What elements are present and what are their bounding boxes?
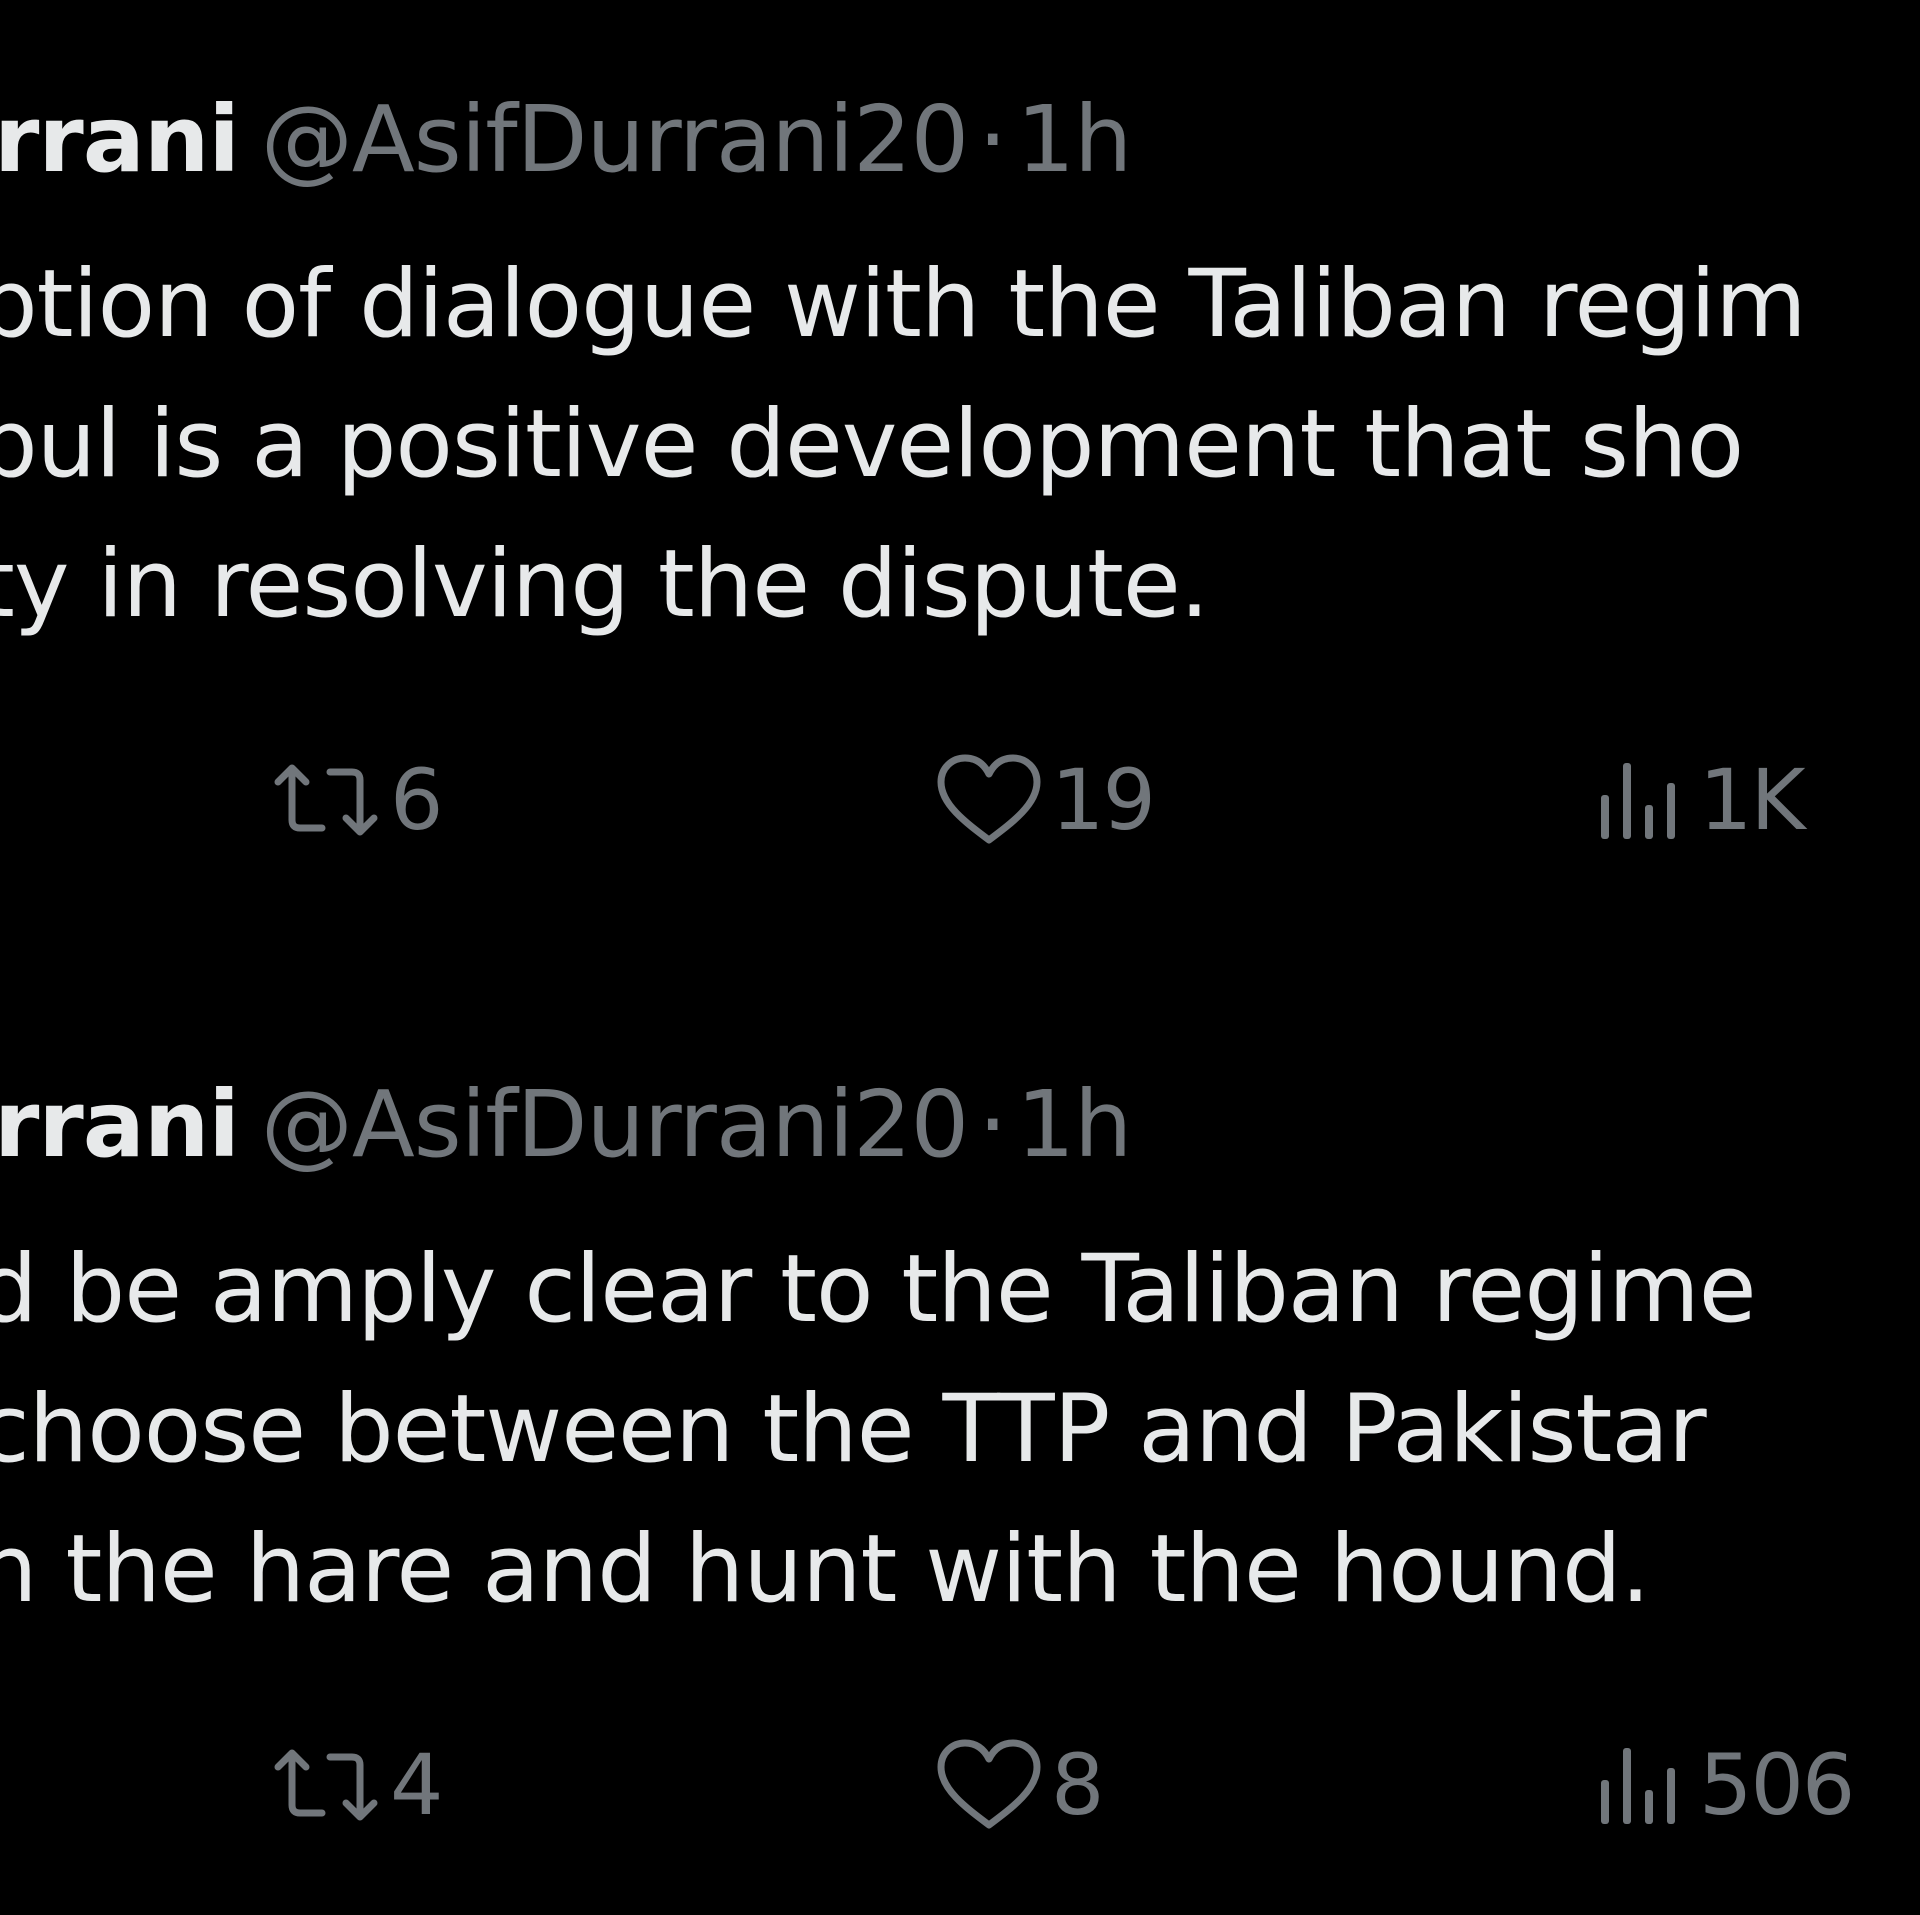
tweet-text-line: bul is a positive development that sho (0, 390, 1744, 499)
heart-icon (937, 1739, 1041, 1829)
author-handle[interactable]: @AsifDurrani20 (261, 86, 969, 193)
retweet-count: 4 (390, 1736, 443, 1834)
tweet-text-line: d be amply clear to the Taliban regime (0, 1235, 1757, 1344)
timestamp[interactable]: 1h (1016, 1071, 1132, 1178)
like-button[interactable]: 8 (935, 1725, 1104, 1845)
heart-icon (937, 754, 1041, 844)
tweet-text: d be amply clear to the Taliban regime c… (0, 1220, 1920, 1640)
retweet-icon (274, 1749, 378, 1821)
tweet-text: ption of dialogue with the Taliban regim… (0, 235, 1920, 655)
like-count: 8 (1051, 1736, 1104, 1834)
author-name[interactable]: rrani (0, 1071, 240, 1178)
views-button[interactable]: 506 (1595, 1725, 1855, 1845)
author-handle[interactable]: @AsifDurrani20 (261, 1071, 969, 1178)
views-bar-chart-icon (1601, 1748, 1675, 1824)
retweet-count: 6 (390, 751, 443, 849)
tweet-text-line: ption of dialogue with the Taliban regim (0, 250, 1807, 359)
tweet-text-line: ty in resolving the dispute. (0, 530, 1210, 639)
tweet-text-line: n the hare and hunt with the hound. (0, 1515, 1651, 1624)
retweet-button[interactable]: 6 (270, 740, 443, 860)
separator-dot: · (978, 1071, 1007, 1178)
like-count: 19 (1051, 751, 1156, 849)
like-button[interactable]: 19 (935, 740, 1156, 860)
tweet-actions: 6 19 1K (0, 740, 1920, 860)
views-count: 1K (1699, 751, 1806, 849)
tweet-header: rrani @AsifDurrani20 · 1h (0, 84, 1132, 196)
tweet-header: rrani @AsifDurrani20 · 1h (0, 1069, 1132, 1181)
author-name[interactable]: rrani (0, 86, 240, 193)
views-count: 506 (1699, 1736, 1855, 1834)
retweet-icon (274, 764, 378, 836)
separator-dot: · (978, 86, 1007, 193)
views-button[interactable]: 1K (1595, 740, 1806, 860)
retweet-button[interactable]: 4 (270, 1725, 443, 1845)
tweet-actions: 4 8 506 (0, 1725, 1920, 1845)
timestamp[interactable]: 1h (1016, 86, 1132, 193)
tweet-text-line: choose between the TTP and Pakistar (0, 1375, 1707, 1484)
views-bar-chart-icon (1601, 763, 1675, 839)
